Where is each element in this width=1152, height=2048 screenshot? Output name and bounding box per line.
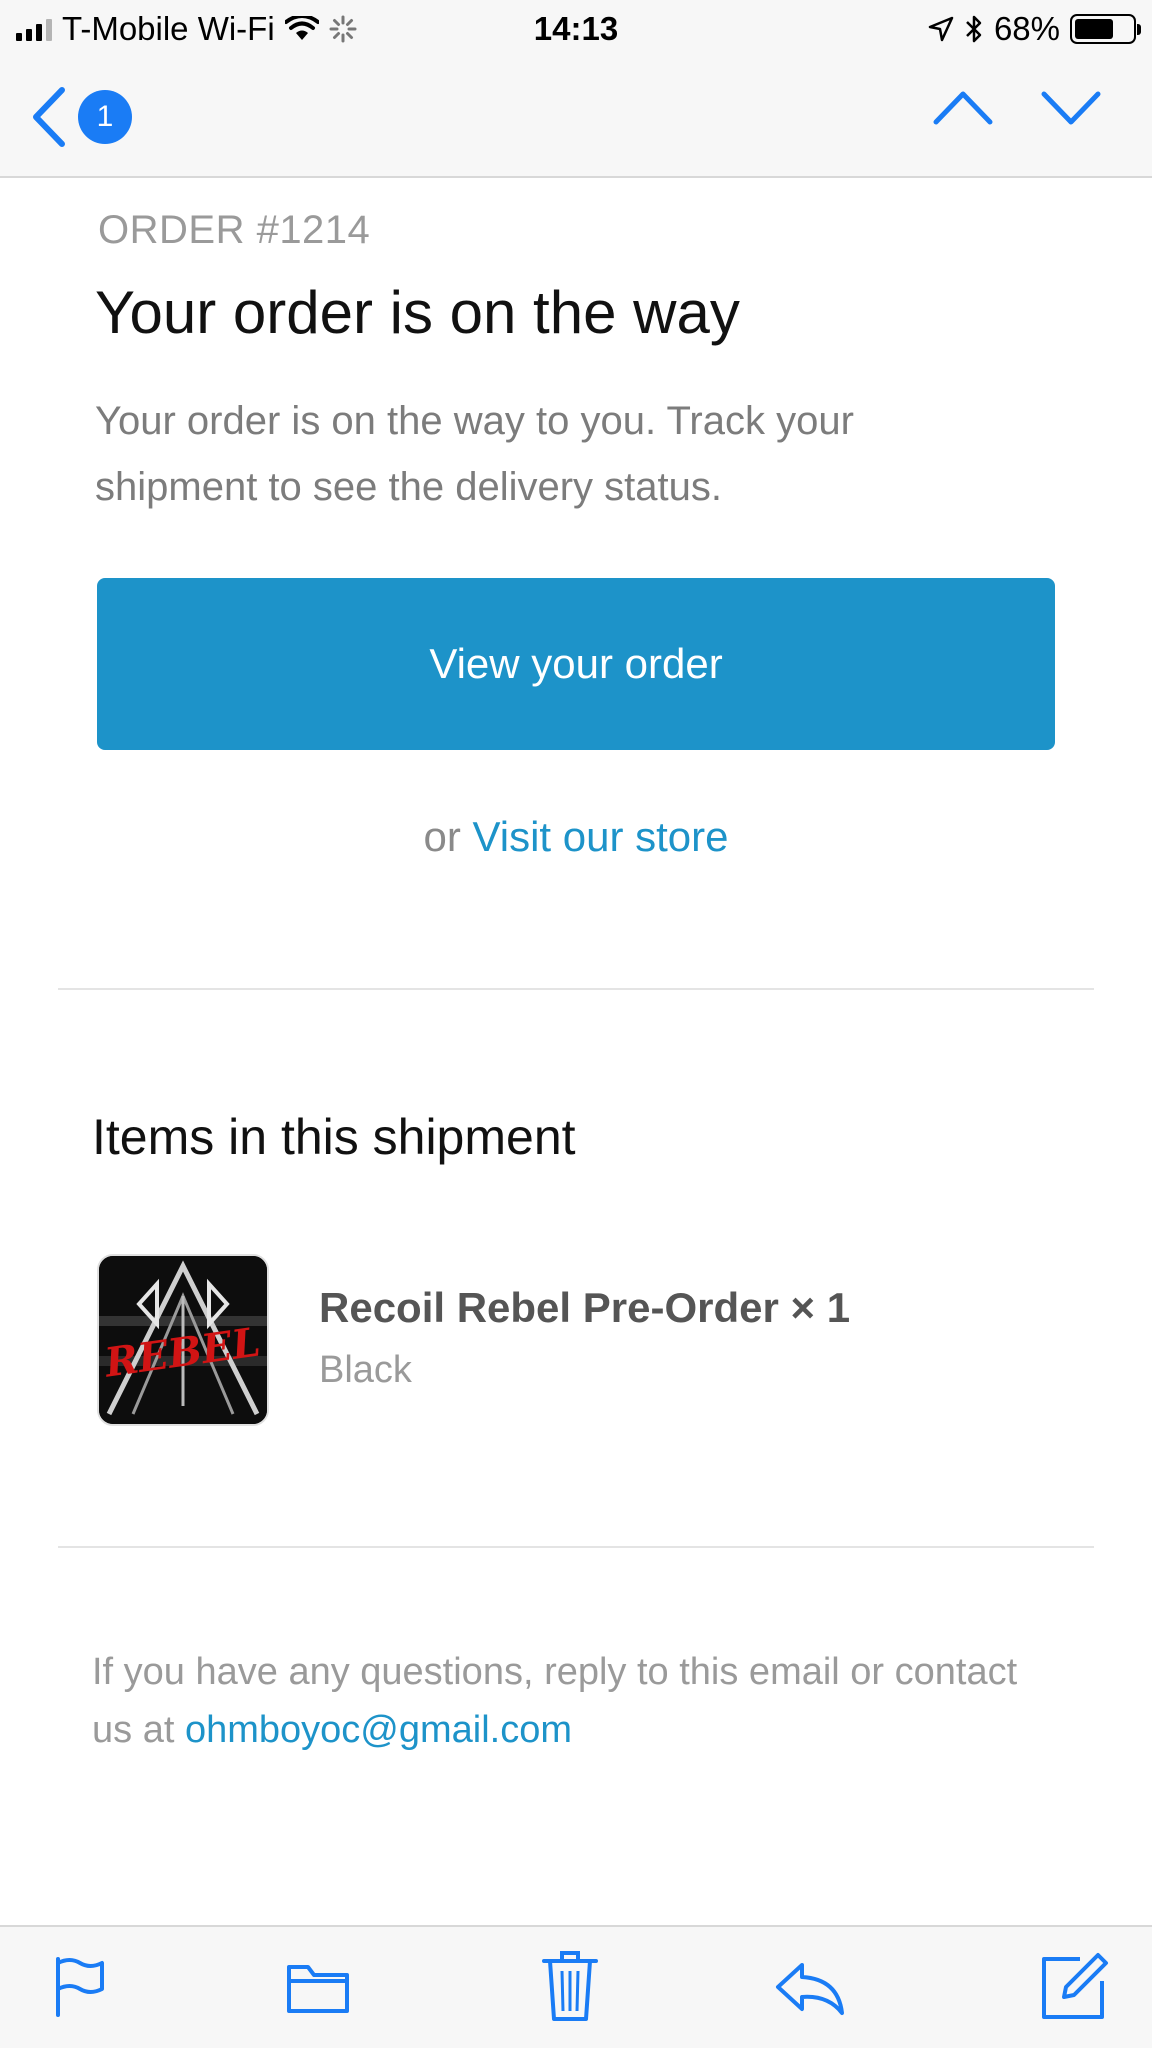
email-footer: If you have any questions, reply to this… <box>92 1643 1032 1759</box>
bluetooth-icon <box>966 15 982 43</box>
email-headline: Your order is on the way <box>95 279 740 346</box>
mail-toolbar <box>0 1925 1152 2048</box>
chevron-up-icon <box>933 91 993 125</box>
mail-nav-bar: 1 <box>0 58 1152 178</box>
battery-level <box>1075 19 1114 39</box>
list-item: REBEL Recoil Rebel Pre-Order × 1 Black <box>97 1254 1057 1426</box>
visit-store-link[interactable]: Visit our store <box>473 813 729 860</box>
divider <box>58 1546 1094 1548</box>
previous-message-button[interactable] <box>932 88 994 133</box>
product-thumbnail: REBEL <box>97 1254 269 1426</box>
store-link-line: or Visit our store <box>0 813 1152 861</box>
location-arrow-icon <box>928 16 954 42</box>
message-navigation <box>932 88 1102 133</box>
status-right: 68% <box>928 10 1141 48</box>
folder-icon <box>287 1965 349 2013</box>
compose-button[interactable] <box>1040 1951 1110 2026</box>
flag-button[interactable] <box>52 1955 108 2024</box>
item-variant: Black <box>319 1349 412 1391</box>
unread-count-badge: 1 <box>78 90 132 144</box>
chevron-down-icon <box>1041 91 1101 125</box>
items-section-title: Items in this shipment <box>92 1109 576 1165</box>
reply-icon <box>776 1963 844 2015</box>
trash-icon <box>542 1951 598 2021</box>
battery-icon <box>1070 14 1141 44</box>
or-text: or <box>423 813 461 860</box>
trash-button[interactable] <box>542 1949 598 2028</box>
flag-icon <box>56 1957 104 2017</box>
next-message-button[interactable] <box>1040 88 1102 133</box>
item-name: Recoil Rebel Pre-Order × 1 <box>319 1284 851 1331</box>
divider <box>58 988 1094 990</box>
back-button[interactable]: 1 <box>30 86 132 148</box>
product-logo-image: REBEL <box>99 1256 267 1424</box>
status-bar: T-Mobile Wi-Fi 14:13 68% <box>0 0 1152 58</box>
chevron-left-icon <box>33 87 65 147</box>
move-to-folder-button[interactable] <box>286 1963 350 2020</box>
email-intro: Your order is on the way to you. Track y… <box>95 399 854 509</box>
reply-button[interactable] <box>774 1961 846 2022</box>
battery-percent: 68% <box>993 10 1060 47</box>
compose-icon <box>1042 1953 1108 2019</box>
view-order-button[interactable]: View your order <box>97 578 1055 750</box>
contact-email-link[interactable]: ohmboyoc@gmail.com <box>185 1709 572 1751</box>
order-number: ORDER #1214 <box>98 208 371 252</box>
